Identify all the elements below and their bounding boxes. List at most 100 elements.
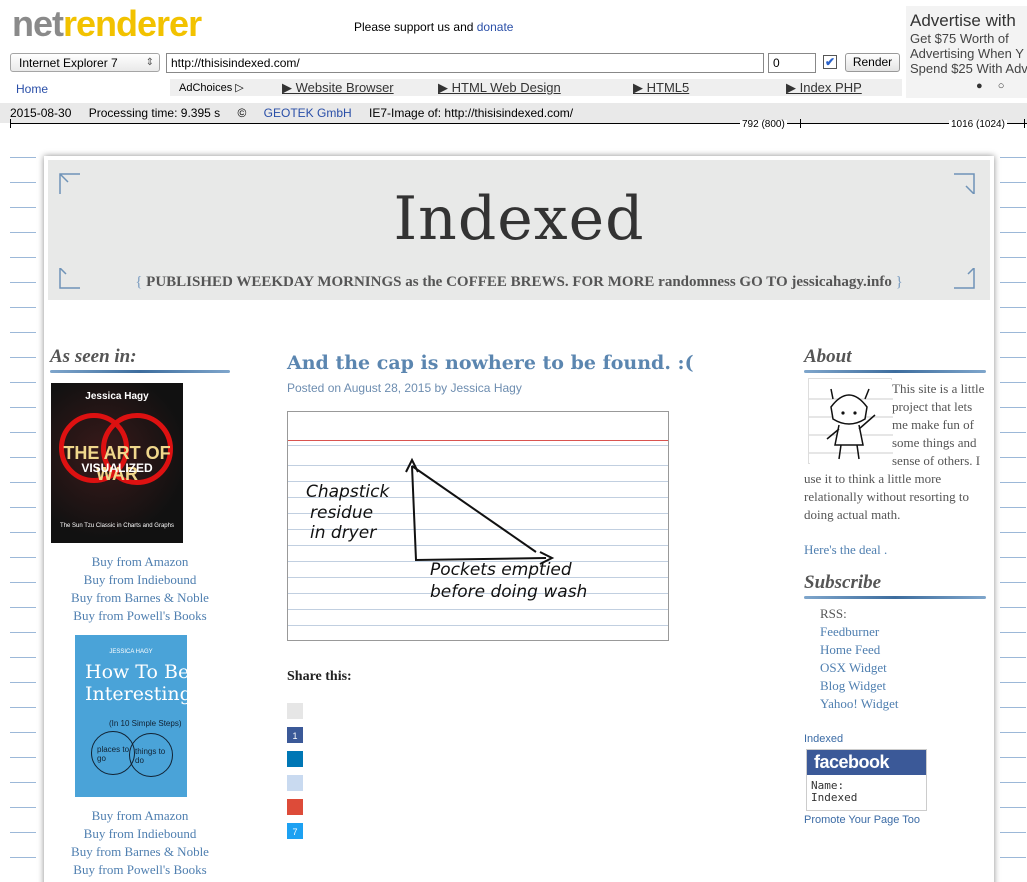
page-background-lines: [10, 133, 36, 882]
logo-text-net: net: [12, 3, 64, 44]
book-author: Jessica Hagy: [85, 391, 149, 402]
buy-indiebound-link[interactable]: Buy from Indiebound: [50, 571, 230, 589]
tagline-brace: }: [891, 274, 903, 290]
heading-underline: [804, 370, 986, 373]
index-card-image: Chapstick residue in dryer Pockets empti…: [287, 411, 669, 641]
site-container: Indexed { PUBLISHED WEEKDAY MORNINGS as …: [44, 156, 994, 882]
ruler-tick: [800, 119, 801, 128]
author-avatar: [808, 378, 893, 464]
share-google-button[interactable]: [287, 799, 303, 815]
handwritten-label: in dryer: [310, 523, 377, 543]
post-meta: Posted on August 28, 2015 by Jessica Hag…: [287, 381, 707, 395]
facebook-badge[interactable]: facebook Name: Indexed: [806, 749, 927, 811]
book-cover-how-to-be-interesting[interactable]: JESSICA HAGY How To Be Interesting (In 1…: [75, 635, 187, 797]
ruler-mark-1024: 1016 (1024): [949, 119, 1007, 130]
post-date-link[interactable]: August 28, 2015: [344, 381, 431, 395]
ruler-tick: [10, 119, 11, 128]
share-buttons: 1 7: [287, 703, 707, 839]
share-twitter-button[interactable]: 7: [287, 823, 303, 839]
tagline-brace: {: [135, 274, 147, 290]
book-subtitle: (In 10 Simple Steps): [109, 719, 182, 728]
geotek-link[interactable]: GEOTEK GmbH: [264, 106, 352, 120]
site-header: Indexed { PUBLISHED WEEKDAY MORNINGS as …: [48, 160, 990, 300]
share-email-button[interactable]: [287, 775, 303, 791]
select-arrows-icon: ⇕: [145, 57, 154, 68]
handwritten-label: Chapstick: [306, 482, 390, 502]
url-input[interactable]: [166, 53, 764, 73]
ad-link-html5[interactable]: ▶ HTML5: [633, 80, 689, 96]
ad-title: Advertise with: [910, 11, 1016, 30]
by-label: by: [431, 381, 451, 395]
option-checkbox[interactable]: ✔: [823, 55, 837, 69]
delay-input[interactable]: [768, 53, 816, 73]
ad-link-html-web-design[interactable]: ▶ HTML Web Design: [438, 80, 561, 96]
buy-links-book2: Buy from Amazon Buy from Indiebound Buy …: [50, 807, 230, 879]
book-cover-art-of-war[interactable]: Jessica Hagy THE ART OF WAR VISUALIZED T…: [51, 383, 183, 543]
buy-amazon-link[interactable]: Buy from Amazon: [50, 553, 230, 571]
site-tagline: { PUBLISHED WEEKDAY MORNINGS as the COFF…: [48, 274, 990, 291]
venn-label: places to go: [97, 745, 130, 763]
support-message: Please support us and donate: [354, 20, 513, 34]
fb-name-value: Indexed: [811, 791, 858, 804]
ad-line: Advertising When Y: [910, 46, 1024, 61]
buy-barnes-noble-link[interactable]: Buy from Barnes & Noble: [50, 589, 230, 607]
heres-the-deal-link[interactable]: Here's the deal .: [804, 542, 986, 558]
render-button[interactable]: Render: [845, 53, 900, 72]
ad-line: Get $75 Worth of: [910, 31, 1009, 46]
author-link[interactable]: Jessica Hagy: [450, 381, 521, 395]
share-facebook-button[interactable]: 1: [287, 727, 303, 743]
venn-label: things to do: [135, 747, 166, 765]
browser-select[interactable]: Internet Explorer 7 ⇕: [10, 53, 160, 72]
handwritten-label: residue: [310, 503, 374, 523]
home-feed-link[interactable]: Home Feed: [820, 641, 986, 659]
site-title[interactable]: Indexed: [48, 184, 990, 254]
tagline-text: PUBLISHED WEEKDAY MORNINGS as the COFFEE…: [146, 274, 892, 290]
adchoices-link[interactable]: AdChoices ▷: [179, 81, 244, 94]
buy-powells-link[interactable]: Buy from Powell's Books: [50, 861, 230, 879]
page-background-lines: [1000, 133, 1026, 882]
support-text: Please support us and: [354, 20, 477, 34]
heading-underline: [804, 596, 986, 599]
share-heading: Share this:: [287, 669, 352, 684]
post-title[interactable]: And the cap is nowhere to be found. :(: [287, 352, 707, 374]
buy-barnes-noble-link[interactable]: Buy from Barnes & Noble: [50, 843, 230, 861]
post-content: And the cap is nowhere to be found. :( P…: [287, 352, 707, 839]
left-sidebar: As seen in: Jessica Hagy THE ART OF WAR …: [50, 346, 230, 879]
as-seen-in-heading: As seen in:: [50, 346, 137, 367]
processing-time: Processing time: 9.395 s: [88, 106, 221, 120]
share-print-button[interactable]: [287, 703, 303, 719]
about-heading: About: [804, 346, 852, 367]
home-link[interactable]: Home: [16, 82, 48, 96]
book-title: How To Be Interesting: [85, 661, 187, 705]
advertisement-banner[interactable]: Advertise with Get $75 Worth of Advertis…: [906, 6, 1027, 98]
blog-widget-link[interactable]: Blog Widget: [820, 677, 986, 695]
ad-link-index-php[interactable]: ▶ Index PHP: [786, 80, 862, 96]
ad-link-website-browser[interactable]: ▶ Website Browser: [282, 80, 394, 96]
render-date: 2015-08-30: [10, 106, 72, 120]
donate-link[interactable]: donate: [477, 20, 514, 34]
buy-indiebound-link[interactable]: Buy from Indiebound: [50, 825, 230, 843]
handwritten-label: before doing wash: [430, 582, 588, 602]
image-source-label: IE7-Image of: http://thisisindexed.com/: [369, 106, 574, 120]
logo-text-renderer: renderer: [63, 3, 202, 44]
ad-carousel-dots[interactable]: ● ○: [976, 80, 1010, 92]
feedburner-link[interactable]: Feedburner: [820, 623, 986, 641]
facebook-name-field: Name: Indexed: [807, 775, 926, 804]
link-bar: Home AdChoices ▷ ▶ Website Browser ▶ HTM…: [0, 79, 900, 97]
buy-powells-link[interactable]: Buy from Powell's Books: [50, 607, 230, 625]
buy-amazon-link[interactable]: Buy from Amazon: [50, 807, 230, 825]
cartoon-character-icon: [809, 380, 893, 464]
facebook-logo: facebook: [807, 750, 926, 775]
subscribe-list: RSS: Feedburner Home Feed OSX Widget Blo…: [804, 605, 986, 713]
netrenderer-logo[interactable]: netrenderer: [12, 2, 202, 46]
width-ruler: 792 (800) 1016 (1024): [10, 119, 1027, 133]
book-tagline: The Sun Tzu Classic in Charts and Graphs: [60, 523, 174, 529]
facebook-badge-label[interactable]: Indexed: [804, 733, 986, 745]
heading-underline: [50, 370, 230, 373]
yahoo-widget-link[interactable]: Yahoo! Widget: [820, 695, 986, 713]
posted-on-label: Posted on: [287, 381, 344, 395]
osx-widget-link[interactable]: OSX Widget: [820, 659, 986, 677]
copyright: © GEOTEK GmbH: [237, 106, 351, 120]
share-linkedin-button[interactable]: [287, 751, 303, 767]
promote-page-link[interactable]: Promote Your Page Too: [804, 814, 986, 826]
